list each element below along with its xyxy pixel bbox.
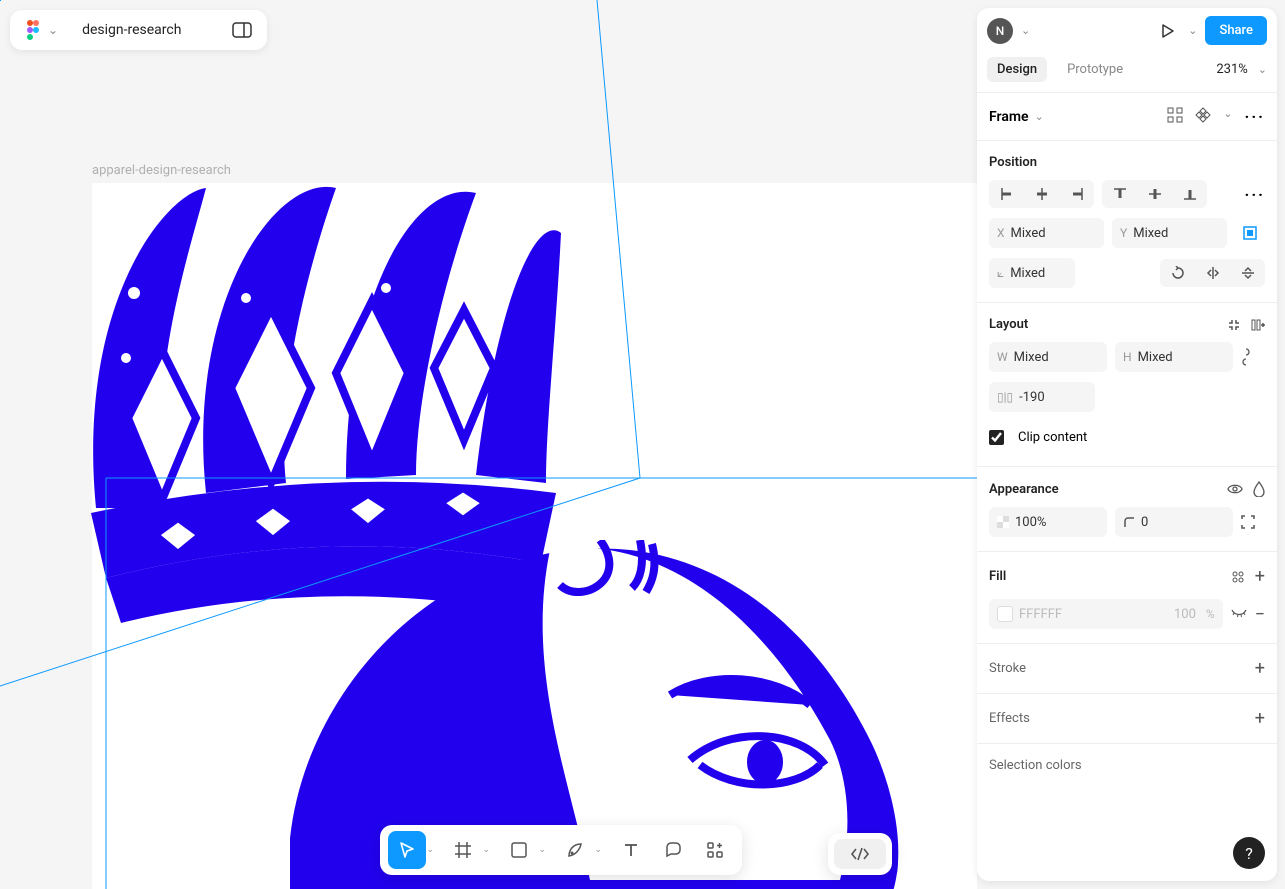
section-title: Fill — [989, 569, 1006, 584]
minus-icon[interactable]: − — [1255, 604, 1265, 625]
zoom-level[interactable]: 231% — [1216, 62, 1247, 77]
height-field[interactable]: HMixed — [1115, 342, 1233, 372]
text-tool[interactable] — [612, 831, 650, 869]
frame-tool[interactable]: ⌄ — [444, 831, 482, 869]
chevron-down-icon[interactable]: ⌄ — [1021, 24, 1030, 37]
share-button[interactable]: Share — [1205, 16, 1267, 45]
align-vertical-group — [1102, 180, 1207, 208]
chevron-down-icon[interactable]: ⌄ — [594, 845, 602, 855]
comment-tool[interactable] — [654, 831, 692, 869]
chevron-down-icon[interactable]: ⌄ — [48, 23, 58, 37]
rotation-field[interactable]: ⟀Mixed — [989, 258, 1075, 288]
section-title: Position — [989, 155, 1037, 170]
move-tool[interactable]: ⌄ — [388, 831, 426, 869]
chevron-down-icon[interactable]: ⌄ — [482, 845, 490, 855]
dev-mode-toggle[interactable] — [828, 833, 892, 875]
tab-prototype[interactable]: Prototype — [1057, 57, 1133, 82]
color-swatch[interactable] — [997, 606, 1013, 622]
align-bottom-icon[interactable] — [1172, 180, 1207, 208]
canvas[interactable]: apparel-design-research — [0, 0, 977, 889]
corner-radius-field[interactable]: 0 — [1115, 507, 1233, 537]
chevron-down-icon[interactable]: ⌄ — [1188, 24, 1197, 37]
pen-tool[interactable]: ⌄ — [556, 831, 594, 869]
position-section: Position ··· XMixed YMixed ⟀Mixed — [977, 141, 1277, 303]
plus-icon[interactable]: + — [1255, 658, 1265, 679]
y-field[interactable]: YMixed — [1112, 218, 1227, 248]
blend-icon[interactable] — [1253, 481, 1265, 497]
plus-icon[interactable]: + — [1255, 708, 1265, 729]
fill-color-field[interactable]: FFFFFF 100 % — [989, 599, 1223, 629]
visibility-icon[interactable] — [1227, 483, 1243, 495]
align-horizontal-group — [989, 180, 1094, 208]
chevron-down-icon[interactable]: ⌄ — [1035, 110, 1044, 123]
figma-menu-icon[interactable] — [24, 18, 42, 42]
rotate-icon[interactable] — [1160, 259, 1195, 287]
x-field[interactable]: XMixed — [989, 218, 1104, 248]
help-button[interactable]: ? — [1233, 837, 1265, 869]
user-avatar[interactable]: N — [987, 18, 1013, 44]
tab-design[interactable]: Design — [987, 57, 1047, 82]
align-left-icon[interactable] — [989, 180, 1024, 208]
autolayout-add-icon[interactable] — [1251, 318, 1265, 332]
align-right-icon[interactable] — [1059, 180, 1094, 208]
component-icon[interactable] — [1195, 107, 1211, 126]
section-title: Stroke — [989, 661, 1026, 676]
more-icon[interactable]: ··· — [1245, 107, 1265, 126]
file-toolbar: ⌄ design-research — [10, 10, 267, 50]
tools-toolbar: ⌄ ⌄ ⌄ ⌄ — [380, 825, 742, 875]
individual-corners-icon[interactable] — [1241, 515, 1265, 529]
link-dimensions-icon[interactable] — [1241, 348, 1265, 366]
effects-section: Effects + — [977, 694, 1277, 744]
gap-field[interactable]: ▯|▯-190 — [989, 382, 1095, 412]
present-icon[interactable] — [1156, 19, 1180, 43]
opacity-field[interactable]: 100% — [989, 507, 1107, 537]
section-title: Appearance — [989, 482, 1059, 497]
plus-icon[interactable]: + — [1255, 566, 1265, 587]
more-icon[interactable]: ··· — [1245, 185, 1265, 204]
width-field[interactable]: WMixed — [989, 342, 1107, 372]
stroke-section: Stroke + — [977, 644, 1277, 694]
file-title[interactable]: design-research — [82, 22, 181, 38]
align-hcenter-icon[interactable] — [1024, 180, 1059, 208]
fill-section: Fill + FFFFFF 100 % − — [977, 552, 1277, 644]
chevron-down-icon[interactable]: ⌄ — [426, 845, 434, 855]
align-top-icon[interactable] — [1102, 180, 1137, 208]
shape-tool[interactable]: ⌄ — [500, 831, 538, 869]
collapse-icon[interactable] — [1227, 318, 1241, 332]
section-title: Selection colors — [989, 758, 1082, 773]
frame-label: apparel-design-research — [92, 163, 231, 178]
hidden-icon[interactable] — [1231, 609, 1247, 619]
clip-content-checkbox[interactable]: Clip content — [989, 422, 1265, 452]
styles-icon[interactable] — [1231, 570, 1245, 584]
properties-panel: N ⌄ ⌄ Share Design Prototype 231% ⌄ Fram… — [977, 8, 1277, 881]
selection-colors-section: Selection colors — [977, 744, 1277, 787]
flip-v-icon[interactable] — [1230, 259, 1265, 287]
appearance-section: Appearance 100% 0 — [977, 467, 1277, 552]
section-title: Effects — [989, 711, 1030, 726]
layout-section: Layout WMixed HMixed ▯|▯-190 Clip conten… — [977, 303, 1277, 467]
flip-h-icon[interactable] — [1195, 259, 1230, 287]
section-title: Layout — [989, 317, 1028, 332]
panel-toggle-icon[interactable] — [231, 21, 253, 39]
chevron-down-icon[interactable]: ⌄ — [538, 845, 546, 855]
actions-tool[interactable] — [696, 831, 734, 869]
absolute-position-icon[interactable] — [1235, 218, 1265, 248]
align-vcenter-icon[interactable] — [1137, 180, 1172, 208]
chevron-down-icon[interactable]: ⌄ — [1258, 63, 1267, 76]
frame-type-label[interactable]: Frame — [989, 109, 1029, 125]
grid-icon[interactable] — [1167, 107, 1183, 126]
chevron-down-icon[interactable]: ⌄ — [1223, 107, 1232, 126]
